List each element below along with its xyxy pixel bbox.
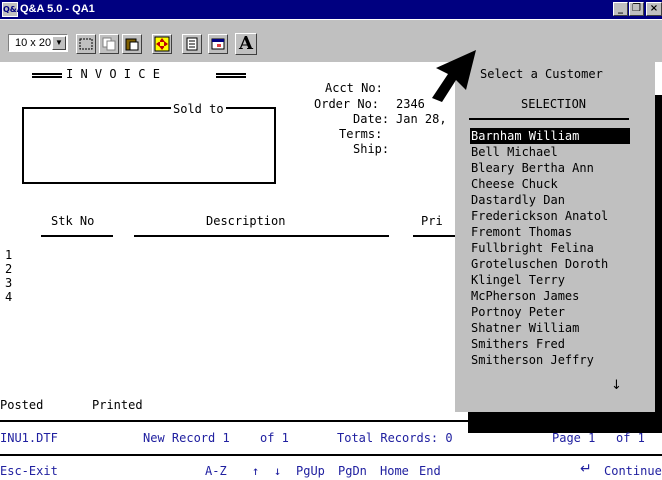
customer-list-item[interactable]: Groteluschen Doroth — [470, 256, 630, 272]
line-number: 2 — [5, 262, 13, 276]
minimize-button[interactable]: _ — [613, 2, 628, 16]
move-button[interactable] — [152, 34, 172, 54]
customer-list-item[interactable]: Dastardly Dan — [470, 192, 630, 208]
select-area-icon — [79, 38, 93, 50]
maximize-button[interactable]: ❐ — [629, 2, 644, 16]
customer-list-item[interactable]: Barnham William — [470, 128, 630, 144]
status-separator-bottom — [0, 454, 662, 456]
customer-list-item[interactable]: Bleary Bertha Ann — [470, 160, 630, 176]
invoice-heading: I N V O I C E — [66, 67, 160, 81]
customer-list-item[interactable]: Cheese Chuck — [470, 176, 630, 192]
customer-list-item[interactable]: Smithers Fred — [470, 336, 630, 352]
status-page: Page 1 — [552, 431, 596, 445]
font-size-value: 10 x 20 — [15, 37, 52, 49]
acct-no-label: Acct No: — [325, 81, 383, 95]
pgup-key[interactable]: PgUp — [296, 464, 325, 478]
printed-label: Printed — [92, 398, 143, 412]
sold-to-label: Sold to — [171, 102, 226, 116]
down-arrow-icon[interactable]: ↓ — [274, 464, 281, 478]
screen-button[interactable] — [208, 34, 228, 54]
customer-list-item[interactable]: Portnoy Peter — [470, 304, 630, 320]
properties-button[interactable] — [182, 34, 202, 54]
close-button[interactable]: × — [646, 2, 662, 16]
pgdn-key[interactable]: PgDn — [338, 464, 367, 478]
date-field[interactable]: Jan 28, — [396, 112, 447, 126]
heading-rule-left-2 — [32, 76, 62, 78]
line-number: 1 — [5, 248, 13, 262]
line-number: 4 — [5, 290, 13, 304]
copy-icon — [102, 37, 116, 51]
popup-divider — [469, 118, 629, 120]
posted-label: Posted — [0, 398, 44, 412]
clipboard-icon — [125, 38, 139, 51]
title-bar: Q&A Q&A 5.0 - QA1 _ ❐ × — [0, 0, 662, 19]
status-record-of: of 1 — [260, 431, 289, 445]
status-record: New Record 1 — [143, 431, 230, 445]
order-no-field[interactable]: 2346 — [396, 97, 425, 111]
window-icon — [211, 38, 225, 50]
line-number: 3 — [5, 276, 13, 290]
window-title: Q&A 5.0 - QA1 — [20, 3, 95, 15]
popup-subtitle: SELECTION — [521, 97, 587, 111]
scroll-down-icon[interactable]: ↓ — [611, 378, 622, 393]
home-key[interactable]: Home — [380, 464, 409, 478]
customer-list-item[interactable]: Frederickson Anatol — [470, 208, 630, 224]
status-page-of: of 1 — [616, 431, 645, 445]
enter-icon[interactable]: ↵ — [580, 462, 592, 476]
status-file: INU1.DTF — [0, 431, 58, 445]
customer-list-item[interactable]: Fremont Thomas — [470, 224, 630, 240]
invoice-screen: I N V O I C E Sold to Acct No: Order No:… — [0, 50, 662, 480]
col-header-description: Description — [206, 214, 286, 228]
ship-label: Ship: — [353, 142, 390, 156]
heading-rule-right — [216, 73, 246, 75]
customer-list-item[interactable]: Shatner William — [470, 320, 630, 336]
select-area-button[interactable] — [76, 34, 96, 54]
customer-list-item[interactable]: Fullbright Felina — [470, 240, 630, 256]
customer-list-item[interactable]: Smitherson Jeffry — [470, 352, 630, 368]
customer-list-item[interactable]: Klingel Terry — [470, 272, 630, 288]
copy-button[interactable] — [99, 34, 119, 54]
customer-list-item[interactable]: Bell Michael — [470, 144, 630, 160]
popup-title: Select a Customer — [480, 67, 603, 81]
continue-key[interactable]: Continue — [604, 464, 662, 478]
chevron-down-icon[interactable]: ▼ — [52, 36, 66, 50]
col-header-stk-no: Stk No — [51, 214, 95, 228]
col-rule-stk — [41, 235, 113, 237]
col-header-price: Pri — [421, 214, 443, 228]
up-arrow-icon[interactable]: ↑ — [252, 464, 259, 478]
col-rule-desc — [134, 235, 389, 237]
esc-exit-key[interactable]: Esc-Exit — [0, 464, 58, 478]
sold-to-box[interactable] — [22, 107, 276, 184]
document-icon — [186, 37, 198, 51]
status-total-records: Total Records: 0 — [337, 431, 453, 445]
end-key[interactable]: End — [419, 464, 441, 478]
status-separator-top — [0, 420, 662, 422]
move-arrows-icon — [154, 36, 170, 52]
az-key[interactable]: A-Z — [205, 464, 227, 478]
paste-button[interactable] — [122, 34, 142, 54]
mouse-pointer-icon — [432, 50, 476, 102]
toolbar: 10 x 20 ▼ A — [0, 19, 662, 62]
date-label: Date: — [353, 112, 390, 126]
heading-rule-left — [32, 73, 62, 75]
terms-label: Terms: — [339, 127, 383, 141]
font-size-select[interactable]: 10 x 20 ▼ — [8, 34, 68, 52]
col-rule-price — [413, 235, 458, 237]
order-no-label: Order No: — [314, 97, 380, 111]
customer-list-item[interactable]: McPherson James — [470, 288, 630, 304]
customer-select-popup[interactable]: Select a Customer SELECTION Barnham Will… — [455, 62, 655, 412]
heading-rule-right-2 — [216, 76, 246, 78]
font-button[interactable]: A — [235, 33, 257, 55]
app-icon[interactable]: Q&A — [2, 2, 23, 17]
